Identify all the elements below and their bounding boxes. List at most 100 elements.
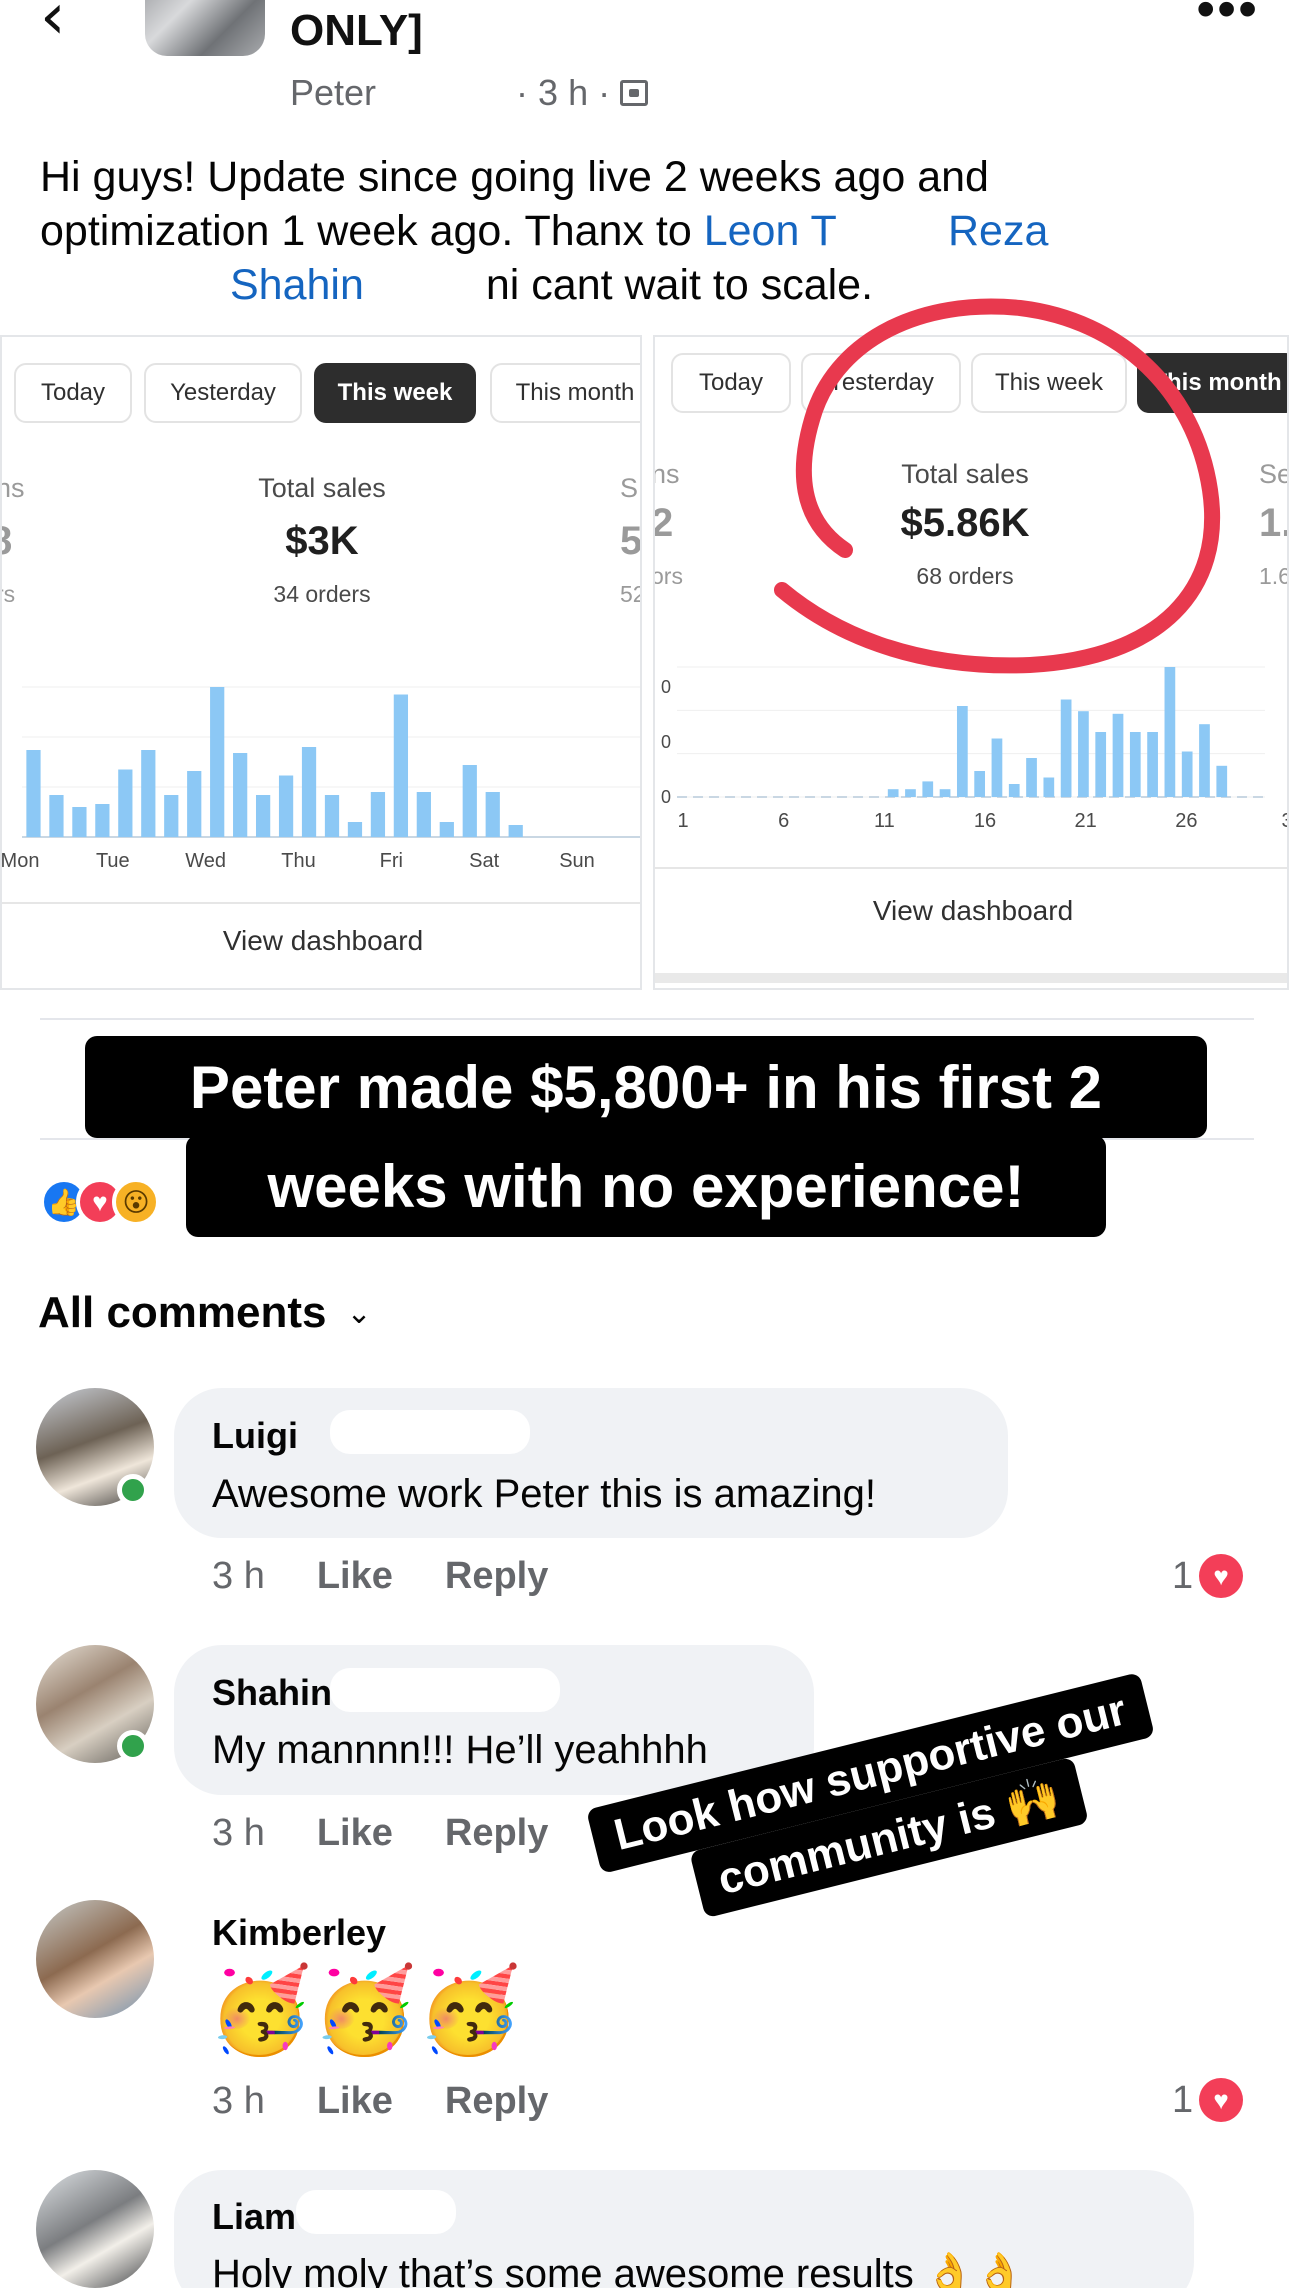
heart-icon: ♥ <box>1199 1554 1244 1598</box>
chart-bar <box>393 694 409 837</box>
group-name[interactable]: ONLY] <box>290 6 423 56</box>
chart-bar <box>485 792 500 837</box>
chart-bar <box>72 807 87 837</box>
comment-text: Awesome work Peter this is amazing! <box>212 1472 876 1516</box>
redacted-surname <box>330 1410 530 1454</box>
more-options-icon[interactable]: ••• <box>1196 0 1259 40</box>
x-tick-label: Tue <box>96 850 130 872</box>
chart-bar <box>233 753 248 837</box>
comment-text: My mannnn!!! He’ll yeahhhh <box>212 1728 708 1772</box>
comment-actions: 3 h Like Reply <box>212 1812 548 1855</box>
divider <box>655 973 1287 983</box>
post-line-2: optimization 1 week ago. Thanx to Leon T… <box>40 207 1049 255</box>
x-tick-label: Sat <box>469 850 499 872</box>
chart-bar <box>324 795 340 837</box>
like-button[interactable]: Like <box>317 1812 393 1855</box>
dot-separator: · <box>598 72 611 113</box>
divider <box>40 1018 1254 1020</box>
reply-button[interactable]: Reply <box>445 2080 548 2123</box>
x-tick-label: 1 <box>677 810 688 832</box>
comment-time[interactable]: 3 h <box>212 2080 265 2123</box>
divider <box>2 902 640 904</box>
redacted-surname <box>330 1668 560 1712</box>
chart-bar <box>141 750 156 837</box>
chart-bar <box>1043 777 1055 797</box>
like-button[interactable]: Like <box>317 1555 393 1598</box>
x-tick-label: 3 <box>1281 810 1289 832</box>
back-arrow-icon[interactable]: ‹ <box>40 0 100 49</box>
right-stat-sub: 52 <box>620 581 640 607</box>
right-stat-value: 1. <box>1259 501 1287 545</box>
total-sales-label: Total sales <box>258 473 386 503</box>
group-audience-icon <box>620 80 649 106</box>
chart-bar <box>1008 784 1020 797</box>
chart-bar <box>956 706 968 797</box>
total-sales-value: $3K <box>285 519 359 563</box>
reaction-summary[interactable]: 👍 ♥ 😮 <box>40 1178 160 1226</box>
view-dashboard-link[interactable]: View dashboard <box>2 925 640 957</box>
post-meta: Peter · 3 h · <box>290 72 649 114</box>
chart-bar <box>370 792 386 837</box>
x-tick-label: Thu <box>281 850 315 872</box>
tab-this-month[interactable]: This month <box>490 363 640 423</box>
chart-bar <box>1026 758 1037 797</box>
chart-bar <box>939 789 951 797</box>
chart-bar <box>462 765 477 837</box>
x-tick-label: Wed <box>185 850 226 872</box>
mention-shahin[interactable]: Shahin <box>230 261 364 309</box>
group-thumbnail[interactable] <box>145 0 265 56</box>
comment-reaction-count[interactable]: 1 ♥ <box>1172 1554 1244 1598</box>
chart-bar <box>49 795 64 837</box>
author-name[interactable]: Peter <box>290 72 376 114</box>
tab-this-week[interactable]: This week <box>314 363 476 423</box>
chart-bar <box>1164 667 1176 797</box>
chart-bar <box>1112 713 1124 797</box>
left-stat-sub: ors <box>653 563 683 589</box>
chevron-down-icon: ⌄ <box>346 1296 372 1330</box>
reply-button[interactable]: Reply <box>445 1555 548 1598</box>
reply-button[interactable]: Reply <box>445 1812 548 1855</box>
chart-bar <box>95 804 110 837</box>
comment-emoji-text: 🥳🥳🥳 <box>208 1961 522 2059</box>
mention-leon[interactable]: Leon T <box>704 207 836 255</box>
commenter-name[interactable]: Luigi <box>212 1415 298 1457</box>
comment-reaction-count[interactable]: 1 ♥ <box>1172 2078 1244 2122</box>
tab-yesterday[interactable]: Yesterday <box>144 363 302 423</box>
x-tick-label: 16 <box>974 810 996 832</box>
online-status-indicator <box>117 1474 149 1506</box>
view-dashboard-link[interactable]: View dashboard <box>655 895 1287 927</box>
comment-time[interactable]: 3 h <box>212 1555 265 1598</box>
chart-bar <box>278 775 294 837</box>
chart-bar <box>887 789 899 797</box>
avatar[interactable] <box>36 2170 154 2288</box>
chart-bar <box>416 792 431 837</box>
x-tick-label: 11 <box>874 810 895 832</box>
divider <box>655 867 1287 869</box>
highlight-circle-annotation <box>774 298 1221 674</box>
y-tick-label: 0 <box>661 787 671 807</box>
chart-bar <box>508 825 523 837</box>
online-status-indicator <box>117 1730 149 1762</box>
commenter-name[interactable]: Liam <box>212 2196 296 2238</box>
like-button[interactable]: Like <box>317 2080 393 2123</box>
chart-bar <box>164 795 179 837</box>
mention-reza[interactable]: Reza <box>948 207 1048 255</box>
x-tick-label: 26 <box>1175 810 1197 832</box>
chart-bar <box>26 750 41 837</box>
orders-count: 34 orders <box>273 581 371 607</box>
comment-time[interactable]: 3 h <box>212 1812 265 1855</box>
chart-bar <box>1078 711 1089 797</box>
all-comments-filter[interactable]: All comments ⌄ <box>38 1288 372 1338</box>
avatar[interactable] <box>36 1900 154 2018</box>
right-stat-sub: 1.6 <box>1259 563 1289 589</box>
tab-today[interactable]: Today <box>14 363 132 423</box>
wow-reaction-icon: 😮 <box>112 1178 160 1226</box>
chart-bar <box>1216 765 1228 797</box>
post-time[interactable]: 3 h <box>538 72 588 114</box>
y-tick-label: 0 <box>661 677 671 697</box>
commenter-name[interactable]: Kimberley <box>212 1912 386 1954</box>
commenter-name[interactable]: Shahin <box>212 1672 332 1714</box>
comment-text: Holy moly that’s some awesome results 👌👌 <box>212 2252 1025 2288</box>
overlay-caption-line-2: weeks with no experience! <box>186 1135 1106 1237</box>
chart-bar <box>439 822 454 837</box>
